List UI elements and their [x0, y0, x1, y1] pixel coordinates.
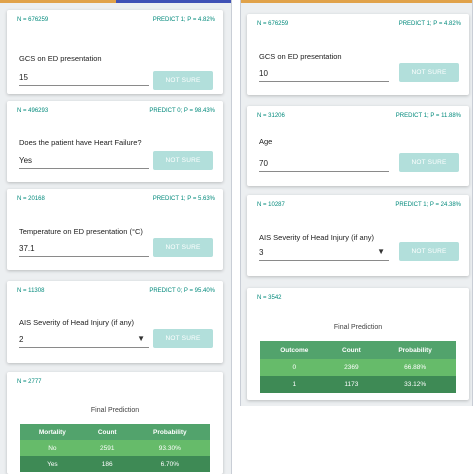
sample-count: N = 496293 — [17, 108, 49, 114]
answer-value: 2 — [19, 335, 24, 344]
table-header-row: Outcome Count Probability — [260, 341, 456, 359]
prediction-label: PREDICT 1; P = 11.88% — [395, 113, 461, 119]
column-header: Probability — [374, 341, 456, 359]
table-cell: 2369 — [328, 359, 375, 376]
question-label: AIS Severity of Head Injury (if any) — [19, 318, 135, 327]
table-cell: 6.70% — [129, 456, 210, 472]
prediction-label: PREDICT 0; P = 95.40% — [149, 288, 215, 294]
question-card-gcs: N = 676259 PREDICT 1; P = 4.82% GCS on E… — [247, 14, 469, 95]
question-label: Age — [259, 137, 273, 146]
question-card-heart-failure: N = 496293 PREDICT 0; P = 98.43% Does th… — [7, 101, 223, 182]
table-cell: 1 — [260, 376, 329, 393]
sample-count: N = 3542 — [257, 295, 282, 301]
final-prediction-table: Outcome Count Probability 0 2369 66.88% … — [260, 341, 456, 393]
table-row-selected: Yes 186 6.70% — [20, 456, 210, 472]
question-label: Does the patient have Heart Failure? — [19, 138, 142, 147]
table-cell: 186 — [84, 456, 130, 472]
answer-input[interactable]: 37.1 — [19, 241, 149, 257]
not-sure-button[interactable]: NOT SURE — [153, 71, 213, 90]
not-sure-button[interactable]: NOT SURE — [399, 242, 459, 261]
top-accent-blue — [115, 0, 231, 3]
answer-input[interactable]: Yes — [19, 153, 149, 169]
sample-count: N = 676259 — [17, 17, 49, 23]
sample-count: N = 11308 — [17, 288, 45, 294]
left-prediction-panel: N = 676259 PREDICT 1; P = 4.82% GCS on E… — [0, 0, 232, 474]
final-prediction-table: Mortality Count Probability No 2591 93.3… — [20, 424, 210, 472]
top-accent-bar — [0, 0, 231, 3]
final-prediction-title: Final Prediction — [90, 407, 140, 414]
answer-value: 3 — [259, 248, 264, 257]
not-sure-button[interactable]: NOT SURE — [153, 238, 213, 257]
table-cell: 93.30% — [129, 440, 210, 456]
question-card-temperature: N = 20168 PREDICT 1; P = 5.63% Temperatu… — [7, 189, 223, 270]
table-row-selected: 1 1173 33.12% — [260, 376, 456, 393]
table-cell: 0 — [260, 359, 329, 376]
column-header: Probability — [129, 424, 210, 440]
prediction-label: PREDICT 1; P = 4.82% — [152, 17, 215, 23]
answer-input[interactable]: 10 — [259, 66, 389, 82]
final-prediction-card: N = 2777 Final Prediction Mortality Coun… — [7, 372, 223, 474]
answer-select[interactable]: 3 ▼ — [259, 245, 389, 261]
column-header: Mortality — [20, 424, 85, 440]
prediction-label: PREDICT 0; P = 98.43% — [149, 108, 215, 114]
prediction-label: PREDICT 1; P = 4.82% — [398, 21, 461, 27]
answer-input[interactable]: 15 — [19, 70, 149, 86]
dropdown-caret-icon: ▼ — [377, 247, 385, 256]
table-cell: No — [20, 440, 85, 456]
question-card-head-injury: N = 11308 PREDICT 0; P = 95.40% AIS Seve… — [7, 281, 223, 363]
not-sure-button[interactable]: NOT SURE — [399, 63, 459, 82]
right-prediction-panel: N = 676259 PREDICT 1; P = 4.82% GCS on E… — [240, 0, 473, 406]
final-prediction-title: Final Prediction — [333, 324, 383, 331]
sample-count: N = 31206 — [257, 113, 285, 119]
top-accent-bar — [241, 0, 472, 3]
question-card-age: N = 31206 PREDICT 1; P = 11.88% Age 70 N… — [247, 106, 469, 186]
table-row: 0 2369 66.88% — [260, 359, 456, 376]
question-label: GCS on ED presentation — [259, 52, 342, 61]
final-prediction-card: N = 3542 Final Prediction Outcome Count … — [247, 288, 469, 400]
question-card-head-injury: N = 10287 PREDICT 1; P = 24.38% AIS Seve… — [247, 195, 469, 276]
answer-value: 37.1 — [19, 244, 35, 253]
dropdown-caret-icon: ▼ — [137, 334, 145, 343]
sample-count: N = 20168 — [17, 196, 45, 202]
column-header: Count — [328, 341, 375, 359]
table-cell: 33.12% — [374, 376, 456, 393]
question-label: Temperature on ED presentation (°C) — [19, 227, 143, 236]
sample-count: N = 2777 — [17, 379, 42, 385]
column-header: Count — [84, 424, 130, 440]
table-cell: Yes — [20, 456, 85, 472]
table-cell: 2591 — [84, 440, 130, 456]
prediction-label: PREDICT 1; P = 24.38% — [395, 202, 461, 208]
column-header: Outcome — [260, 341, 329, 359]
top-accent-orange — [241, 0, 472, 3]
not-sure-button[interactable]: NOT SURE — [153, 151, 213, 170]
question-card-gcs: N = 676259 PREDICT 1; P = 4.82% GCS on E… — [7, 10, 223, 94]
answer-select[interactable]: 2 ▼ — [19, 332, 149, 348]
sample-count: N = 676259 — [257, 21, 289, 27]
answer-input[interactable]: 70 — [259, 156, 389, 172]
question-label: AIS Severity of Head Injury (if any) — [259, 233, 375, 242]
question-label: GCS on ED presentation — [19, 54, 102, 63]
table-row: No 2591 93.30% — [20, 440, 210, 456]
not-sure-button[interactable]: NOT SURE — [153, 329, 213, 348]
answer-value: 10 — [259, 69, 268, 78]
sample-count: N = 10287 — [257, 202, 285, 208]
table-header-row: Mortality Count Probability — [20, 424, 210, 440]
not-sure-button[interactable]: NOT SURE — [399, 153, 459, 172]
table-cell: 1173 — [328, 376, 375, 393]
top-accent-orange — [0, 0, 116, 3]
table-cell: 66.88% — [374, 359, 456, 376]
answer-value: 70 — [259, 159, 268, 168]
answer-value: 15 — [19, 73, 28, 82]
prediction-label: PREDICT 1; P = 5.63% — [152, 196, 215, 202]
answer-value: Yes — [19, 156, 33, 165]
